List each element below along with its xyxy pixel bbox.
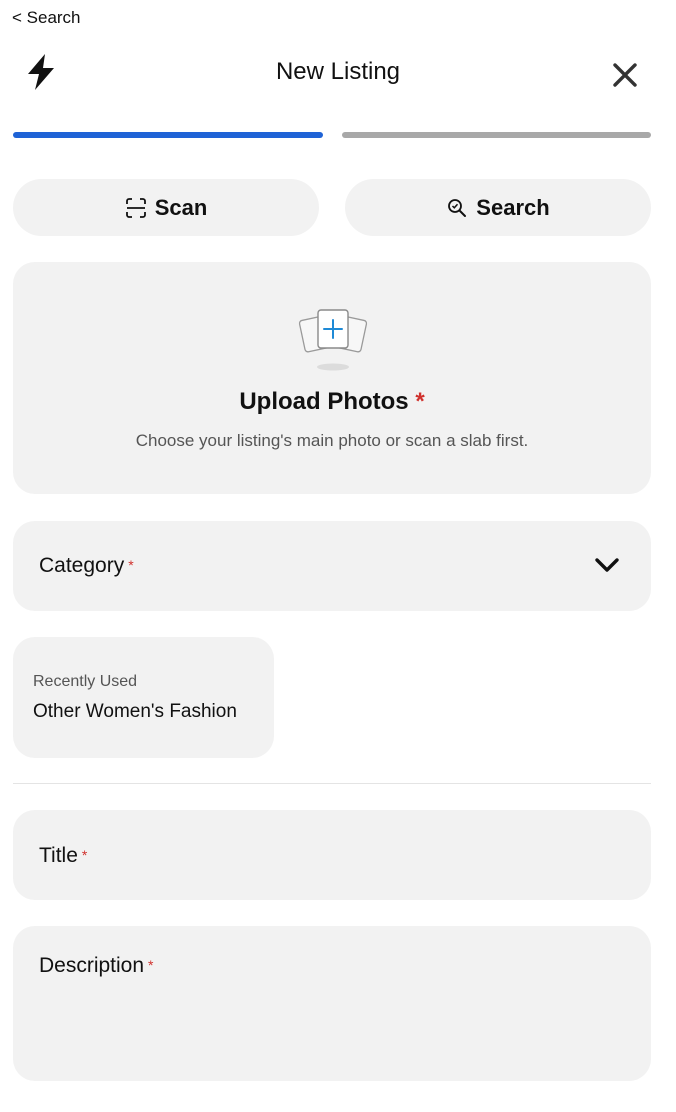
title-field[interactable]: Title * bbox=[13, 810, 651, 900]
description-label-text: Description bbox=[39, 954, 145, 977]
upload-photos-title: Upload Photos * bbox=[13, 388, 651, 416]
scan-button[interactable]: Scan bbox=[13, 179, 319, 236]
recent-category-value: Other Women's Fashion bbox=[33, 701, 237, 722]
scan-button-label: Scan bbox=[154, 194, 208, 220]
back-link-label: < Search bbox=[12, 8, 81, 27]
recently-used-caption: Recently Used bbox=[33, 673, 138, 690]
category-select[interactable]: Category * bbox=[13, 521, 651, 611]
chevron-down-icon bbox=[595, 558, 619, 572]
scan-icon bbox=[125, 197, 146, 218]
required-marker: * bbox=[148, 957, 154, 973]
divider bbox=[13, 783, 651, 784]
close-icon[interactable] bbox=[608, 58, 642, 92]
search-icon bbox=[448, 198, 467, 217]
upload-photos-card[interactable]: Upload Photos * Choose your listing's ma… bbox=[13, 262, 651, 494]
required-marker: * bbox=[415, 388, 425, 415]
category-label: Category * bbox=[39, 554, 134, 578]
search-button-label: Search bbox=[476, 194, 550, 220]
step-progress bbox=[13, 132, 651, 138]
page-title: New Listing bbox=[275, 58, 401, 85]
back-to-search-link[interactable]: < Search bbox=[12, 8, 81, 30]
required-marker: * bbox=[81, 847, 88, 863]
title-label: Title * bbox=[39, 844, 87, 868]
upload-photos-subtitle: Choose your listing's main photo or scan… bbox=[135, 431, 529, 450]
description-label: Description * bbox=[39, 954, 154, 978]
recent-category-chip[interactable]: Recently Used Other Women's Fashion bbox=[13, 637, 274, 758]
new-listing-screen: < Search New Listing Scan Search Upload … bbox=[0, 0, 676, 1112]
description-field[interactable]: Description * bbox=[13, 926, 651, 1081]
search-button[interactable]: Search bbox=[345, 179, 651, 236]
required-marker: * bbox=[128, 557, 134, 573]
upload-photos-label: Upload Photos bbox=[239, 388, 409, 415]
category-label-text: Category bbox=[39, 554, 125, 577]
header: New Listing bbox=[0, 44, 676, 100]
title-label-text: Title bbox=[39, 844, 78, 867]
add-photos-icon bbox=[298, 309, 368, 371]
progress-step-1 bbox=[13, 132, 323, 138]
progress-step-2 bbox=[342, 132, 651, 138]
